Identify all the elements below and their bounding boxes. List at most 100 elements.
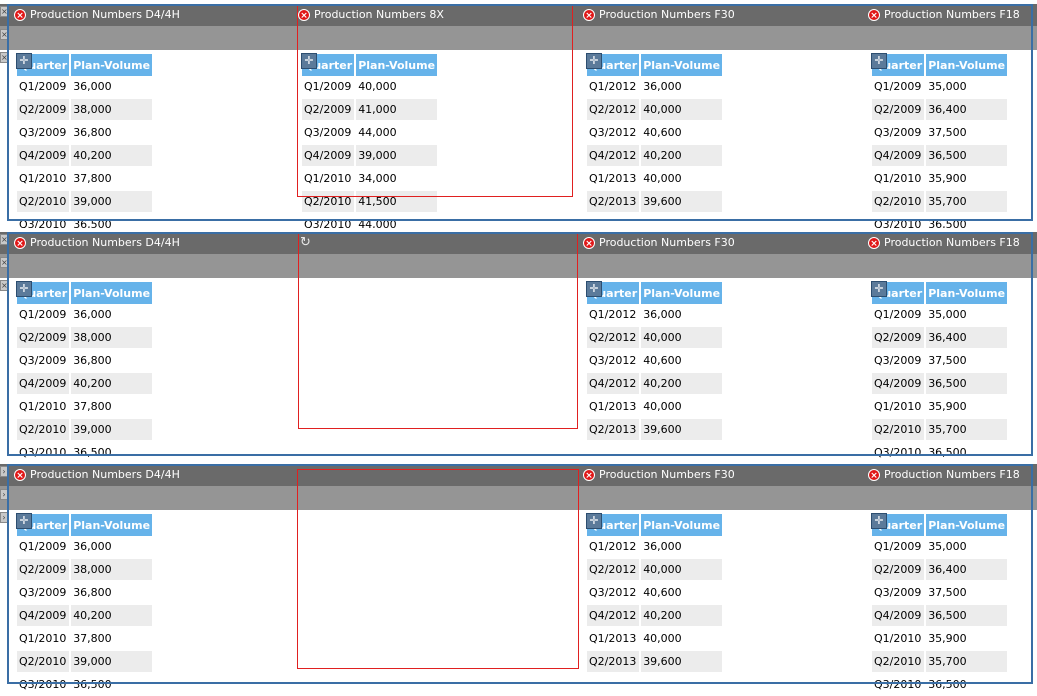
table-row[interactable]: Q2/2010 35,700: [872, 651, 1008, 674]
table-row[interactable]: Q1/2012 36,000: [587, 536, 723, 559]
move-icon[interactable]: ✛: [871, 281, 887, 297]
close-icon[interactable]: ×: [14, 469, 26, 481]
column-header-plan-volume[interactable]: Plan-Volume: [71, 54, 153, 76]
table-row[interactable]: Q2/2013 39,600: [587, 191, 723, 214]
move-icon[interactable]: ✛: [586, 513, 602, 529]
table-row[interactable]: Q3/2012 40,600: [587, 582, 723, 605]
collapse-icon[interactable]: ×: [0, 234, 8, 245]
column-header-plan-volume[interactable]: Plan-Volume: [926, 514, 1008, 536]
table-row[interactable]: Q3/2009 37,500: [872, 350, 1008, 373]
collapse-icon[interactable]: ×: [0, 52, 8, 63]
table-row[interactable]: Q3/2009 36,800: [17, 122, 153, 145]
move-icon[interactable]: ✛: [16, 281, 32, 297]
table-row[interactable]: Q2/2013 39,600: [587, 419, 723, 442]
table-row[interactable]: Q4/2009 36,500: [872, 605, 1008, 628]
column-header-plan-volume[interactable]: Plan-Volume: [641, 282, 723, 304]
table-row[interactable]: Q4/2009 40,200: [17, 605, 153, 628]
drop-zone-outline[interactable]: [298, 232, 578, 429]
table-row[interactable]: Q2/2010 35,700: [872, 419, 1008, 442]
table-row[interactable]: Q1/2009 36,000: [17, 536, 153, 559]
table-row[interactable]: Q4/2009 36,500: [872, 373, 1008, 396]
close-icon[interactable]: ×: [583, 469, 595, 481]
table-row[interactable]: Q3/2010 36,500: [17, 214, 152, 228]
move-icon[interactable]: ✛: [16, 53, 32, 69]
table-row[interactable]: Q3/2010 36,500: [872, 214, 1007, 228]
table-row[interactable]: Q3/2010 36,500: [17, 674, 153, 696]
table-row[interactable]: Q1/2009 35,000: [872, 304, 1008, 327]
collapse-icon[interactable]: ×: [0, 280, 8, 291]
table-row[interactable]: Q1/2010 35,900: [872, 396, 1008, 419]
collapse-icon[interactable]: ›: [0, 466, 8, 477]
table-row[interactable]: Q1/2010 35,900: [872, 168, 1008, 191]
move-icon[interactable]: ✛: [16, 513, 32, 529]
collapse-icon[interactable]: ×: [0, 257, 8, 268]
table-row[interactable]: Q2/2009 36,400: [872, 559, 1008, 582]
table-row[interactable]: Q4/2009 40,200: [17, 145, 153, 168]
table-row[interactable]: Q3/2009 36,800: [17, 350, 153, 373]
table-row[interactable]: Q3/2012 40,600: [587, 350, 723, 373]
table-row[interactable]: Q3/2009 37,500: [872, 122, 1008, 145]
close-icon[interactable]: ×: [583, 237, 595, 249]
column-header-plan-volume[interactable]: Plan-Volume: [926, 54, 1008, 76]
table-row[interactable]: Q3/2010 36,500: [872, 442, 1007, 460]
close-icon[interactable]: ×: [868, 9, 880, 21]
table-row[interactable]: Q2/2010 39,000: [17, 651, 153, 674]
table-row[interactable]: Q2/2009 38,000: [17, 99, 153, 122]
table-row[interactable]: Q2/2012 40,000: [587, 327, 723, 350]
table-row[interactable]: Q1/2010 37,800: [17, 628, 153, 651]
table-row[interactable]: Q4/2009 36,500: [872, 145, 1008, 168]
table-row[interactable]: Q1/2009 36,000: [17, 304, 153, 327]
table-row[interactable]: Q4/2012 40,200: [587, 373, 723, 396]
collapse-icon[interactable]: ×: [0, 29, 8, 40]
table-row[interactable]: Q1/2009 35,000: [872, 536, 1008, 559]
table-row[interactable]: Q2/2010 39,000: [17, 419, 153, 442]
move-icon[interactable]: ✛: [586, 281, 602, 297]
close-icon[interactable]: ×: [14, 237, 26, 249]
collapse-icon[interactable]: ×: [0, 6, 8, 17]
table-row[interactable]: Q3/2009 36,800: [17, 582, 153, 605]
table-row[interactable]: Q1/2010 37,800: [17, 396, 153, 419]
table-row[interactable]: Q3/2010 36,500: [872, 674, 1008, 696]
table-row[interactable]: Q1/2013 40,000: [587, 168, 723, 191]
close-icon[interactable]: ×: [868, 237, 880, 249]
table-row[interactable]: Q4/2012 40,200: [587, 145, 723, 168]
column-header-plan-volume[interactable]: Plan-Volume: [71, 514, 153, 536]
table-row[interactable]: Q2/2009 38,000: [17, 559, 153, 582]
table-row[interactable]: Q2/2010 35,700: [872, 191, 1008, 214]
collapse-icon[interactable]: ›: [0, 512, 8, 523]
column-header-plan-volume[interactable]: Plan-Volume: [926, 282, 1008, 304]
table-row[interactable]: Q3/2010 44,000: [302, 214, 437, 228]
column-header-plan-volume[interactable]: Plan-Volume: [71, 282, 153, 304]
table-row[interactable]: Q2/2012 40,000: [587, 99, 723, 122]
table-row[interactable]: Q4/2012 40,200: [587, 605, 723, 628]
close-icon[interactable]: ×: [14, 9, 26, 21]
move-icon[interactable]: ✛: [871, 513, 887, 529]
table-row[interactable]: Q1/2009 35,000: [872, 76, 1008, 99]
table-row[interactable]: Q1/2010 35,900: [872, 628, 1008, 651]
collapse-icon[interactable]: ›: [0, 489, 8, 500]
table-row[interactable]: Q1/2013 40,000: [587, 628, 723, 651]
close-icon[interactable]: ×: [583, 9, 595, 21]
table-row[interactable]: Q2/2009 38,000: [17, 327, 153, 350]
table-row[interactable]: Q1/2013 40,000: [587, 396, 723, 419]
drop-zone-outline[interactable]: [297, 4, 573, 197]
table-row[interactable]: Q2/2009 36,400: [872, 99, 1008, 122]
column-header-plan-volume[interactable]: Plan-Volume: [641, 514, 723, 536]
table-row[interactable]: Q2/2013 39,600: [587, 651, 723, 674]
table-row[interactable]: Q3/2010 36,500: [17, 442, 152, 460]
column-header-plan-volume[interactable]: Plan-Volume: [641, 54, 723, 76]
move-icon[interactable]: ✛: [871, 53, 887, 69]
table-row[interactable]: Q1/2009 36,000: [17, 76, 153, 99]
table-row[interactable]: Q2/2009 36,400: [872, 327, 1008, 350]
table-row[interactable]: Q1/2012 36,000: [587, 304, 723, 327]
table-row[interactable]: Q4/2009 40,200: [17, 373, 153, 396]
table-row[interactable]: Q3/2009 37,500: [872, 582, 1008, 605]
table-row[interactable]: Q2/2012 40,000: [587, 559, 723, 582]
table-row[interactable]: Q1/2010 37,800: [17, 168, 153, 191]
table-row[interactable]: Q3/2012 40,600: [587, 122, 723, 145]
move-icon[interactable]: ✛: [586, 53, 602, 69]
close-icon[interactable]: ×: [868, 469, 880, 481]
table-row[interactable]: Q1/2012 36,000: [587, 76, 723, 99]
table-row[interactable]: Q2/2010 39,000: [17, 191, 153, 214]
drop-zone-outline[interactable]: [297, 469, 579, 669]
